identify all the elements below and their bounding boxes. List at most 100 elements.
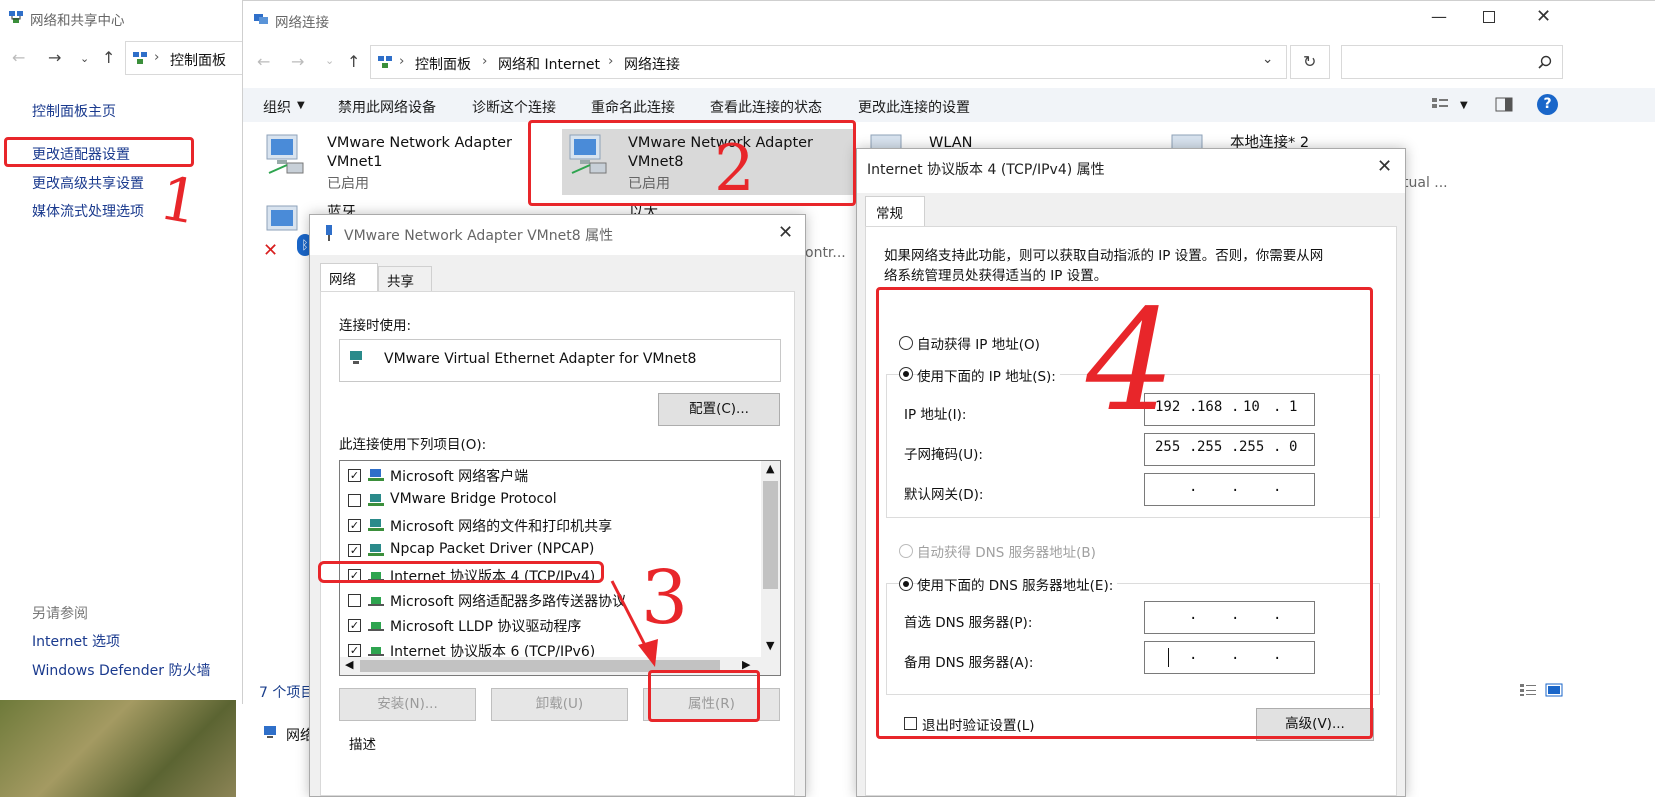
dialog-body: 网络 共享 连接时使用: VMware Virtual Ethernet Ada… [310, 255, 805, 796]
auto-ip-label[interactable]: 自动获得 IP 地址(O) [917, 333, 1040, 353]
item-checkbox[interactable] [348, 494, 361, 507]
adapter-vmnet1[interactable]: VMware Network Adapter VMnet1 已启用 [263, 133, 543, 193]
service-icon [368, 494, 384, 506]
manual-dns-radio[interactable] [899, 577, 913, 591]
adapter-name-line2: VMnet8 [628, 154, 684, 170]
rename-button[interactable]: 重命名此连接 [591, 97, 675, 117]
install-button[interactable]: 安装(N)... [339, 688, 476, 721]
change-settings-button[interactable]: 更改此连接的设置 [858, 97, 970, 117]
forward-arrow-icon[interactable]: → [48, 48, 61, 67]
minimize-icon[interactable]: — [1431, 7, 1447, 26]
item-count: 7 个项目 [259, 685, 315, 701]
network-adapter-icon [350, 351, 362, 364]
help-icon[interactable]: ? [1537, 94, 1558, 115]
disable-device-button[interactable]: 禁用此网络设备 [338, 97, 436, 117]
search-input[interactable] [1341, 45, 1563, 79]
protocol-icon [368, 572, 384, 581]
preview-pane-icon[interactable] [1495, 97, 1513, 113]
address-dropdown-icon[interactable]: ⌄ [1262, 51, 1273, 67]
scroll-down-icon[interactable]: ▼ [766, 639, 774, 652]
back-arrow-icon[interactable]: ← [12, 48, 25, 67]
sidebar-home-link[interactable]: 控制面板主页 [32, 101, 116, 121]
up-arrow-icon[interactable]: ↑ [102, 48, 115, 67]
gateway-label: 默认网关(D): [904, 487, 984, 503]
forward-arrow-icon[interactable]: → [291, 52, 304, 71]
auto-dns-label[interactable]: 自动获得 DNS 服务器地址(B) [917, 541, 1096, 561]
ip-dot: . [1273, 399, 1282, 415]
manual-dns-label[interactable]: 使用下面的 DNS 服务器地址(E): [917, 574, 1118, 594]
breadcrumb-item[interactable]: 网络和 Internet [498, 54, 600, 74]
auto-dns-radio[interactable] [899, 544, 913, 558]
view-status-button[interactable]: 查看此连接的状态 [710, 97, 822, 117]
auto-ip-radio[interactable] [899, 336, 913, 350]
large-icons-view-icon[interactable] [1545, 683, 1563, 697]
validate-label[interactable]: 退出时验证设置(L) [922, 714, 1035, 734]
scroll-left-icon[interactable]: ◀ [345, 658, 353, 671]
item-checkbox[interactable]: ✓ [348, 644, 361, 657]
adapter-vmnet8[interactable]: VMware Network Adapter VMnet8 已启用 [562, 129, 856, 195]
scroll-right-icon[interactable]: ▶ [742, 658, 750, 671]
organize-menu[interactable]: 组织 [263, 97, 291, 117]
view-options-icon[interactable] [1431, 97, 1449, 113]
tab-panel: 连接时使用: VMware Virtual Ethernet Adapter f… [320, 291, 795, 796]
breadcrumb-item[interactable]: 网络连接 [624, 54, 680, 74]
see-also-internet-options[interactable]: Internet 选项 [32, 631, 120, 651]
search-icon [1538, 55, 1552, 69]
sidebar-item-advanced-sharing[interactable]: 更改高级共享设置 [32, 173, 144, 193]
sidebar-item-change-adapter[interactable]: 更改适配器设置 [32, 144, 130, 164]
ip-octet-3: 10 [1243, 399, 1260, 415]
maximize-icon[interactable] [1483, 11, 1495, 23]
breadcrumb-root[interactable]: 控制面板 [170, 50, 226, 70]
tab-network[interactable]: 网络 [320, 263, 378, 291]
service-icon [368, 544, 384, 556]
vmnet8-properties-dialog: VMware Network Adapter VMnet8 属性 ✕ 网络 共享… [309, 214, 806, 797]
manual-ip-label[interactable]: 使用下面的 IP 地址(S): [917, 365, 1060, 385]
breadcrumb-item[interactable]: 控制面板 [415, 54, 471, 74]
horizontal-scrollbar[interactable]: ◀ ▶ [340, 657, 780, 675]
scroll-up-icon[interactable]: ▲ [766, 462, 774, 475]
subnet-mask-field[interactable]: 255 . 255 . 255 . 0 [1144, 433, 1315, 466]
ip-address-field[interactable]: 192 . 168 . 10 . 1 [1144, 393, 1315, 426]
address-bar[interactable]: › 控制面板 [125, 41, 255, 75]
close-icon[interactable]: ✕ [778, 222, 793, 243]
tab-sharing[interactable]: 共享 [378, 266, 432, 291]
window-title: 网络和共享中心 [30, 13, 125, 29]
item-checkbox[interactable]: ✓ [348, 569, 361, 582]
sidebar-item-media-streaming[interactable]: 媒体流式处理选项 [32, 201, 144, 221]
see-also-firewall[interactable]: Windows Defender 防火墙 [32, 660, 210, 680]
scrollbar-thumb[interactable] [763, 481, 778, 589]
item-checkbox[interactable]: ✓ [348, 519, 361, 532]
client-icon [368, 469, 384, 481]
uninstall-button[interactable]: 卸载(U) [491, 688, 628, 721]
diagnose-button[interactable]: 诊断这个连接 [472, 97, 556, 117]
close-icon[interactable]: ✕ [1536, 6, 1551, 27]
item-checkbox[interactable] [348, 594, 361, 607]
recent-chevron-icon[interactable]: ⌄ [80, 52, 89, 65]
advanced-button[interactable]: 高级(V)... [1256, 708, 1374, 741]
description-label: 描述 [349, 737, 376, 753]
alternate-dns-field[interactable]: . . . [1144, 641, 1315, 674]
configure-button[interactable]: 配置(C)... [658, 393, 780, 426]
protocol-icon [368, 622, 384, 631]
tab-general[interactable]: 常规 [865, 196, 925, 226]
tab-panel: 如果网络支持此功能，则可以获取自动指派的 IP 设置。否则，你需要从网 络系统管… [865, 226, 1397, 796]
details-view-icon[interactable] [1519, 683, 1537, 697]
refresh-button[interactable]: ↻ [1290, 45, 1330, 79]
gateway-field[interactable]: . . . [1144, 473, 1315, 506]
up-arrow-icon[interactable]: ↑ [347, 52, 360, 71]
back-arrow-icon[interactable]: ← [257, 52, 270, 71]
address-bar[interactable]: › 控制面板 › 网络和 Internet › 网络连接 ⌄ [370, 45, 1287, 79]
preferred-dns-field[interactable]: . . . [1144, 601, 1315, 634]
recent-chevron-icon[interactable]: ⌄ [325, 54, 334, 67]
item-label: Internet 协议版本 4 (TCP/IPv4) [390, 569, 596, 585]
validate-checkbox[interactable] [904, 717, 917, 730]
properties-button[interactable]: 属性(R) [643, 688, 780, 721]
ip-dot: . [1273, 607, 1282, 623]
close-icon[interactable]: ✕ [1377, 156, 1392, 177]
manual-ip-radio[interactable] [899, 367, 913, 381]
item-checkbox[interactable]: ✓ [348, 619, 361, 632]
chevron-down-icon[interactable]: ▼ [1460, 100, 1468, 111]
item-checkbox[interactable]: ✓ [348, 469, 361, 482]
vertical-scrollbar[interactable]: ▲ ▼ [761, 461, 780, 657]
item-checkbox[interactable]: ✓ [348, 544, 361, 557]
